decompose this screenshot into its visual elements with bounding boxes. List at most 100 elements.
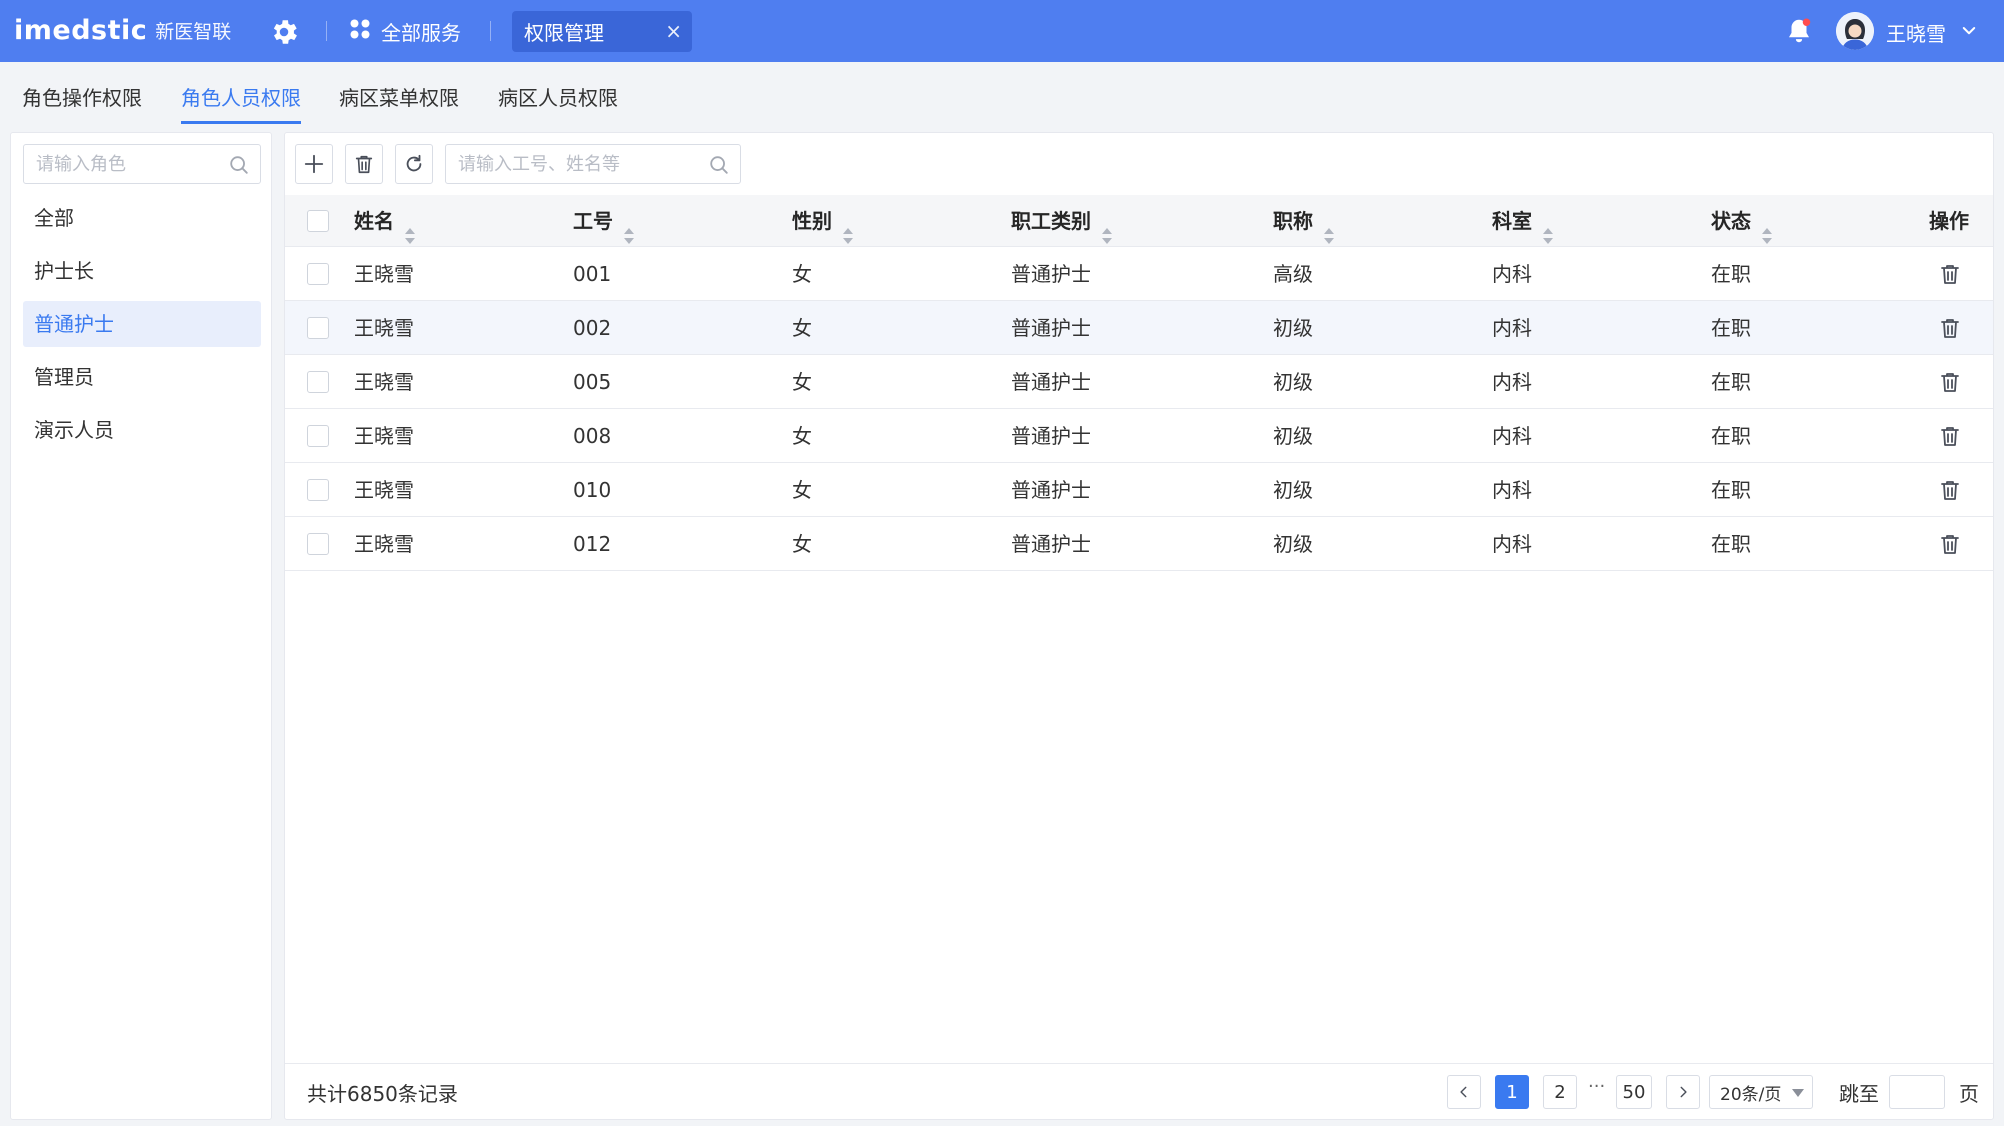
role-item-demo[interactable]: 演示人员 [23,407,261,453]
user-name[interactable]: 王晓雪 [1886,18,1946,47]
employee-search-input[interactable] [446,145,740,183]
total-records: 共计6850条记录 [307,1082,458,1106]
settings-gear-icon[interactable] [266,14,302,50]
cell-title: 高级 [1273,262,1313,286]
divider [490,21,491,41]
jump-page-input[interactable] [1890,1076,1944,1108]
cell-gender: 女 [792,424,812,448]
row-checkbox[interactable] [307,317,329,339]
cell-status: 在职 [1711,532,1751,556]
tab-role-operation-permission[interactable]: 角色操作权限 [22,82,142,121]
sort-icon[interactable] [1542,212,1554,244]
tab-ward-menu-permission[interactable]: 病区菜单权限 [339,82,459,121]
cell-department: 内科 [1492,370,1532,394]
role-item-admin[interactable]: 管理员 [23,354,261,400]
page-button-2[interactable]: 2 [1543,1075,1577,1109]
cell-status: 在职 [1711,370,1751,394]
cell-title: 初级 [1273,424,1313,448]
cell-name: 王晓雪 [354,424,414,448]
table-header: 姓名 工号 性别 职工类别 职称 科室 状态 操作 [285,195,1993,247]
search-icon[interactable] [228,154,250,176]
sort-icon[interactable] [623,212,635,244]
row-checkbox[interactable] [307,371,329,393]
sort-icon[interactable] [404,212,416,244]
table-row[interactable]: 王晓雪 010 女 普通护士 初级 内科 在职 [285,463,1993,517]
column-header-gender[interactable]: 性别 [792,195,854,247]
refresh-icon [406,154,422,172]
cell-gender: 女 [792,316,812,340]
cell-employee-id: 010 [573,478,612,502]
delete-row-trash-icon[interactable] [1938,532,1962,556]
cell-department: 内科 [1492,532,1532,556]
cell-employee-id: 001 [573,262,612,286]
column-header-staff-category[interactable]: 职工类别 [1011,195,1113,247]
sort-icon[interactable] [1761,212,1773,244]
tab-permission-management[interactable]: 权限管理 × [512,11,692,52]
page-size-value: 20条/页 [1720,1084,1782,1105]
page-unit-label: 页 [1959,1082,1979,1106]
tab-label: 权限管理 [524,21,604,45]
delete-row-trash-icon[interactable] [1938,424,1962,448]
select-all-checkbox[interactable] [307,210,329,232]
role-list-panel: 全部 护士长 普通护士 管理员 演示人员 [10,132,272,1120]
column-header-title[interactable]: 职称 [1273,195,1335,247]
delete-row-trash-icon[interactable] [1938,370,1962,394]
cell-gender: 女 [792,532,812,556]
user-avatar[interactable] [1836,12,1874,50]
all-services-button[interactable]: 全部服务 [348,15,461,47]
column-header-name[interactable]: 姓名 [354,195,416,247]
column-header-department[interactable]: 科室 [1492,195,1554,247]
permission-subtabs: 角色操作权限 角色人员权限 病区菜单权限 病区人员权限 [0,62,2004,128]
table-row[interactable]: 王晓雪 002 女 普通护士 初级 内科 在职 [285,301,1993,355]
column-header-employee-id[interactable]: 工号 [573,195,635,247]
table-row[interactable]: 王晓雪 008 女 普通护士 初级 内科 在职 [285,409,1993,463]
row-checkbox[interactable] [307,479,329,501]
batch-delete-button[interactable] [345,144,383,184]
sort-icon[interactable] [1323,212,1335,244]
cell-employee-id: 008 [573,424,612,448]
tab-role-staff-permission[interactable]: 角色人员权限 [181,82,301,124]
prev-page-button[interactable] [1447,1075,1481,1109]
next-page-button[interactable] [1666,1075,1700,1109]
delete-row-trash-icon[interactable] [1938,262,1962,286]
employee-search-box [445,144,741,184]
tab-ward-staff-permission[interactable]: 病区人员权限 [498,82,618,121]
refresh-button[interactable] [395,144,433,184]
cell-title: 初级 [1273,370,1313,394]
notification-bell-icon[interactable] [1784,16,1814,46]
cell-department: 内科 [1492,316,1532,340]
search-icon[interactable] [708,154,730,176]
row-checkbox[interactable] [307,533,329,555]
table-row[interactable]: 王晓雪 005 女 普通护士 初级 内科 在职 [285,355,1993,409]
cell-department: 内科 [1492,262,1532,286]
page-ellipsis[interactable]: ··· [1588,1076,1605,1097]
role-search-input[interactable] [24,145,260,183]
column-header-status[interactable]: 状态 [1711,195,1773,247]
delete-row-trash-icon[interactable] [1938,316,1962,340]
row-checkbox[interactable] [307,425,329,447]
sort-icon[interactable] [842,212,854,244]
page-size-select[interactable]: 20条/页 [1709,1075,1813,1109]
sort-icon[interactable] [1101,212,1113,244]
cell-department: 内科 [1492,424,1532,448]
table-row[interactable]: 王晓雪 012 女 普通护士 初级 内科 在职 [285,517,1993,571]
cell-staff-category: 普通护士 [1011,532,1091,556]
table-row[interactable]: 王晓雪 001 女 普通护士 高级 内科 在职 [285,247,1993,301]
caret-down-icon [1792,1089,1804,1097]
cell-name: 王晓雪 [354,316,414,340]
close-icon[interactable]: × [665,19,682,43]
cell-staff-category: 普通护士 [1011,262,1091,286]
role-item-all[interactable]: 全部 [23,195,261,241]
jump-to-label: 跳至 [1839,1082,1879,1106]
page-button-1[interactable]: 1 [1495,1075,1529,1109]
cell-employee-id: 005 [573,370,612,394]
role-item-nurse[interactable]: 普通护士 [23,301,261,347]
cell-name: 王晓雪 [354,262,414,286]
role-item-head-nurse[interactable]: 护士长 [23,248,261,294]
chevron-down-icon[interactable] [1960,22,1978,40]
delete-row-trash-icon[interactable] [1938,478,1962,502]
cell-title: 初级 [1273,316,1313,340]
add-button[interactable] [295,144,333,184]
page-button-50[interactable]: 50 [1616,1075,1652,1109]
row-checkbox[interactable] [307,263,329,285]
